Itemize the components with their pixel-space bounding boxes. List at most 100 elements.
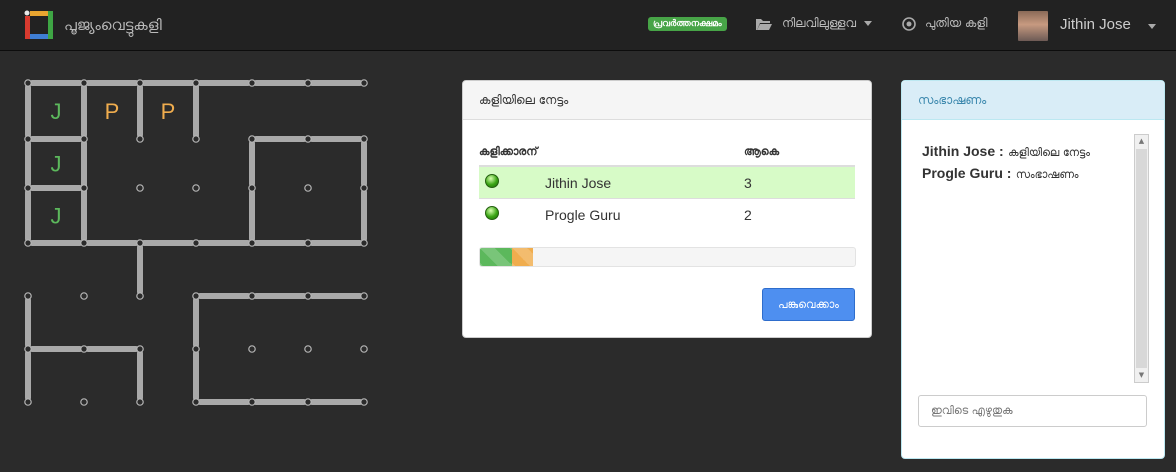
nav-new-game[interactable]: പുതിയ കളി <box>902 16 988 31</box>
board-dot[interactable] <box>304 79 312 87</box>
board-dot[interactable] <box>24 398 32 406</box>
share-button[interactable]: പങ്കുവെക്കാം <box>762 288 855 321</box>
chat-sender: Progle Guru : <box>922 165 1012 181</box>
board-dot[interactable] <box>80 398 88 406</box>
board-dot[interactable] <box>304 292 312 300</box>
board-dot[interactable] <box>248 184 256 192</box>
progress-segment-player2 <box>511 248 534 266</box>
board-dot[interactable] <box>360 79 368 87</box>
status-badge: പ്രവർത്തനക്ഷമം <box>648 17 727 31</box>
board-dot[interactable] <box>192 239 200 247</box>
board-dot[interactable] <box>136 292 144 300</box>
chat-input[interactable]: ഇവിടെ എഴുതുക <box>918 395 1147 427</box>
board-dot[interactable] <box>248 239 256 247</box>
board-dot[interactable] <box>24 79 32 87</box>
scroll-thumb[interactable] <box>1136 149 1147 368</box>
board-dot[interactable] <box>136 79 144 87</box>
table-row: Jithin Jose 3 <box>479 165 855 199</box>
chat-message: Jithin Jose : കളിയിലെ നേട്ടം <box>922 141 1090 163</box>
board-dot[interactable] <box>192 292 200 300</box>
board-dot[interactable] <box>304 135 312 143</box>
scores-title: കളിയിലെ നേട്ടം <box>463 81 871 120</box>
user-menu-chevron-icon[interactable] <box>1148 24 1156 29</box>
chat-text: സംഭാഷണം <box>1015 168 1079 181</box>
board-cell-owner: J <box>51 152 62 177</box>
folder-open-icon <box>756 18 772 30</box>
board-dot[interactable] <box>80 79 88 87</box>
scroll-down-icon[interactable]: ▼ <box>1135 369 1148 382</box>
board-dot[interactable] <box>248 292 256 300</box>
board-dot[interactable] <box>136 345 144 353</box>
chat-scrollbar[interactable]: ▲ ▼ <box>1134 134 1149 383</box>
score-progress-bar <box>479 247 856 267</box>
brand[interactable]: പൂജ്യംവെട്ടുകളി <box>24 9 162 41</box>
board-dot[interactable] <box>80 292 88 300</box>
chat-panel: സംഭാഷണം Jithin Jose : കളിയിലെ നേട്ടം Pro… <box>901 80 1165 459</box>
board-cell-owner: P <box>105 99 120 124</box>
board-dot[interactable] <box>304 239 312 247</box>
board-dot[interactable] <box>24 345 32 353</box>
player-name: Jithin Jose <box>545 175 612 191</box>
game-logo-icon <box>24 10 53 39</box>
board-dot[interactable] <box>192 345 200 353</box>
board-cell-owner: P <box>161 99 176 124</box>
board-dot[interactable] <box>192 398 200 406</box>
board-dot[interactable] <box>248 79 256 87</box>
board-dot[interactable] <box>248 398 256 406</box>
play-circle-icon <box>902 16 916 31</box>
board-dot[interactable] <box>360 239 368 247</box>
user-name[interactable]: Jithin Jose <box>1060 16 1131 33</box>
board-dot[interactable] <box>24 184 32 192</box>
chevron-down-icon <box>864 21 873 26</box>
board-dot[interactable] <box>304 398 312 406</box>
player-status-icon <box>485 174 499 188</box>
board-dot[interactable] <box>248 135 256 143</box>
table-row: Progle Guru 2 <box>479 198 855 230</box>
avatar[interactable] <box>1018 11 1048 41</box>
nav-new-game-label: പുതിയ കളി <box>925 16 988 30</box>
board-dot[interactable] <box>136 239 144 247</box>
nav-current-games[interactable]: നിലവിലുള്ളവ <box>755 16 873 31</box>
board-dot[interactable] <box>304 184 312 192</box>
game-board[interactable]: J P P J J <box>0 60 400 420</box>
column-header-total: ആകെ <box>744 139 855 167</box>
board-dot[interactable] <box>360 135 368 143</box>
progress-segment-player1 <box>480 248 512 266</box>
nav-current-label: നിലവിലുള്ളവ <box>782 16 857 30</box>
chat-text: കളിയിലെ നേട്ടം <box>1008 146 1090 159</box>
chat-message: Progle Guru : സംഭാഷണം <box>922 163 1090 185</box>
board-dot[interactable] <box>248 345 256 353</box>
board-dot[interactable] <box>192 79 200 87</box>
board-dot[interactable] <box>24 292 32 300</box>
board-dot[interactable] <box>24 135 32 143</box>
board-dot[interactable] <box>24 239 32 247</box>
player-status-icon <box>485 206 499 220</box>
column-header-player: കളിക്കാരന് <box>479 139 744 167</box>
board-dot[interactable] <box>136 184 144 192</box>
board-cell-owner: J <box>51 99 62 124</box>
player-name: Progle Guru <box>545 207 621 223</box>
board-dot[interactable] <box>192 135 200 143</box>
brand-title: പൂജ്യംവെട്ടുകളി <box>64 16 162 34</box>
board-dot[interactable] <box>80 239 88 247</box>
board-dot[interactable] <box>136 135 144 143</box>
chat-messages: Jithin Jose : കളിയിലെ നേട്ടം Progle Guru… <box>922 141 1090 185</box>
scores-panel: കളിയിലെ നേട്ടം കളിക്കാരന് ആകെ Jithin Jos… <box>462 80 872 338</box>
scores-table: കളിക്കാരന് ആകെ Jithin Jose 3 Progle Guru… <box>479 139 855 230</box>
board-cell-owner: J <box>51 204 62 229</box>
scroll-up-icon[interactable]: ▲ <box>1135 135 1148 148</box>
board-dot[interactable] <box>360 345 368 353</box>
player-score: 2 <box>744 198 855 230</box>
navbar: പൂജ്യംവെട്ടുകളി പ്രവർത്തനക്ഷമം നിലവിലുള്… <box>0 0 1176 51</box>
board-dot[interactable] <box>360 398 368 406</box>
board-dot[interactable] <box>80 345 88 353</box>
board-dot[interactable] <box>192 184 200 192</box>
board-dot[interactable] <box>360 292 368 300</box>
board-dot[interactable] <box>304 345 312 353</box>
chat-sender: Jithin Jose : <box>922 143 1004 159</box>
board-dot[interactable] <box>80 135 88 143</box>
chat-title: സംഭാഷണം <box>902 81 1164 120</box>
board-dot[interactable] <box>136 398 144 406</box>
board-dot[interactable] <box>80 184 88 192</box>
board-dot[interactable] <box>360 184 368 192</box>
